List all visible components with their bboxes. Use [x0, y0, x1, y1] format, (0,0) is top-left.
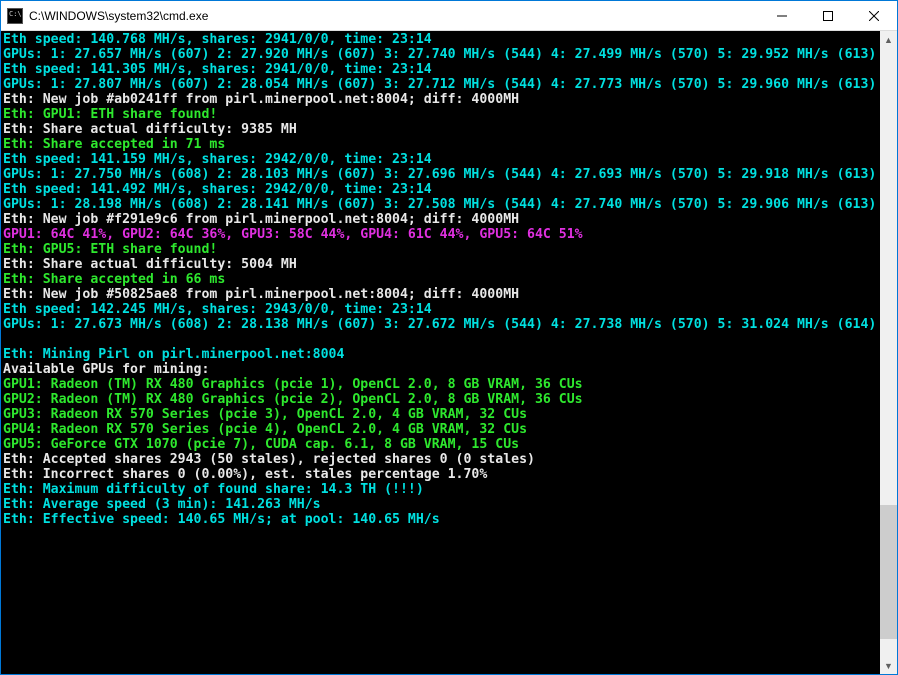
console-line: Eth: Average speed (3 min): 141.263 MH/s [3, 497, 878, 512]
console-line: GPUs: 1: 28.198 MH/s (608) 2: 28.141 MH/… [3, 197, 878, 212]
console-line: Eth: Mining Pirl on pirl.minerpool.net:8… [3, 347, 878, 362]
console-line: GPU2: Radeon (TM) RX 480 Graphics (pcie … [3, 392, 878, 407]
console-line: Eth: New job #f291e9c6 from pirl.minerpo… [3, 212, 878, 227]
console-line: Eth: Accepted shares 2943 (50 stales), r… [3, 452, 878, 467]
console-line: Eth speed: 141.159 MH/s, shares: 2942/0/… [3, 152, 878, 167]
console-line: GPU1: 64C 41%, GPU2: 64C 36%, GPU3: 58C … [3, 227, 878, 242]
console-line [3, 332, 878, 347]
vertical-scrollbar[interactable]: ▲ ▼ [880, 31, 897, 674]
scroll-up-button[interactable]: ▲ [880, 31, 897, 48]
console-line: Eth: New job #ab0241ff from pirl.minerpo… [3, 92, 878, 107]
console-line: Eth: Share accepted in 66 ms [3, 272, 878, 287]
console-output: Eth speed: 140.768 MH/s, shares: 2941/0/… [1, 31, 880, 528]
console-line: GPUs: 1: 27.673 MH/s (608) 2: 28.138 MH/… [3, 317, 878, 332]
console-line: GPU4: Radeon RX 570 Series (pcie 4), Ope… [3, 422, 878, 437]
console-line: GPUs: 1: 27.750 MH/s (608) 2: 28.103 MH/… [3, 167, 878, 182]
console-line: GPU5: GeForce GTX 1070 (pcie 7), CUDA ca… [3, 437, 878, 452]
console-line: Eth: Share actual difficulty: 5004 MH [3, 257, 878, 272]
console-line: Eth: Share actual difficulty: 9385 MH [3, 122, 878, 137]
console-line: Eth speed: 141.305 MH/s, shares: 2941/0/… [3, 62, 878, 77]
console-line: Eth: Share accepted in 71 ms [3, 137, 878, 152]
cmd-icon [7, 8, 23, 24]
console-line: GPUs: 1: 27.807 MH/s (607) 2: 28.054 MH/… [3, 77, 878, 92]
console-line: Eth: GPU5: ETH share found! [3, 242, 878, 257]
minimize-button[interactable] [759, 1, 805, 31]
console-area[interactable]: Eth speed: 140.768 MH/s, shares: 2941/0/… [1, 31, 897, 674]
close-button[interactable] [851, 1, 897, 31]
console-line: GPU1: Radeon (TM) RX 480 Graphics (pcie … [3, 377, 878, 392]
console-line: Eth speed: 142.245 MH/s, shares: 2943/0/… [3, 302, 878, 317]
scroll-down-button[interactable]: ▼ [880, 657, 897, 674]
console-line: Eth: GPU1: ETH share found! [3, 107, 878, 122]
console-line: Eth: Effective speed: 140.65 MH/s; at po… [3, 512, 878, 527]
console-line: Available GPUs for mining: [3, 362, 878, 377]
console-line: GPUs: 1: 27.657 MH/s (607) 2: 27.920 MH/… [3, 47, 878, 62]
console-line: Eth: Maximum difficulty of found share: … [3, 482, 878, 497]
scroll-thumb[interactable] [880, 505, 897, 639]
console-line: GPU3: Radeon RX 570 Series (pcie 3), Ope… [3, 407, 878, 422]
titlebar[interactable]: C:\WINDOWS\system32\cmd.exe [1, 1, 897, 31]
console-line: Eth speed: 141.492 MH/s, shares: 2942/0/… [3, 182, 878, 197]
scroll-track[interactable] [880, 48, 897, 657]
console-line: Eth speed: 140.768 MH/s, shares: 2941/0/… [3, 32, 878, 47]
maximize-button[interactable] [805, 1, 851, 31]
window-title: C:\WINDOWS\system32\cmd.exe [29, 9, 759, 23]
console-line: Eth: New job #50825ae8 from pirl.minerpo… [3, 287, 878, 302]
console-line: Eth: Incorrect shares 0 (0.00%), est. st… [3, 467, 878, 482]
